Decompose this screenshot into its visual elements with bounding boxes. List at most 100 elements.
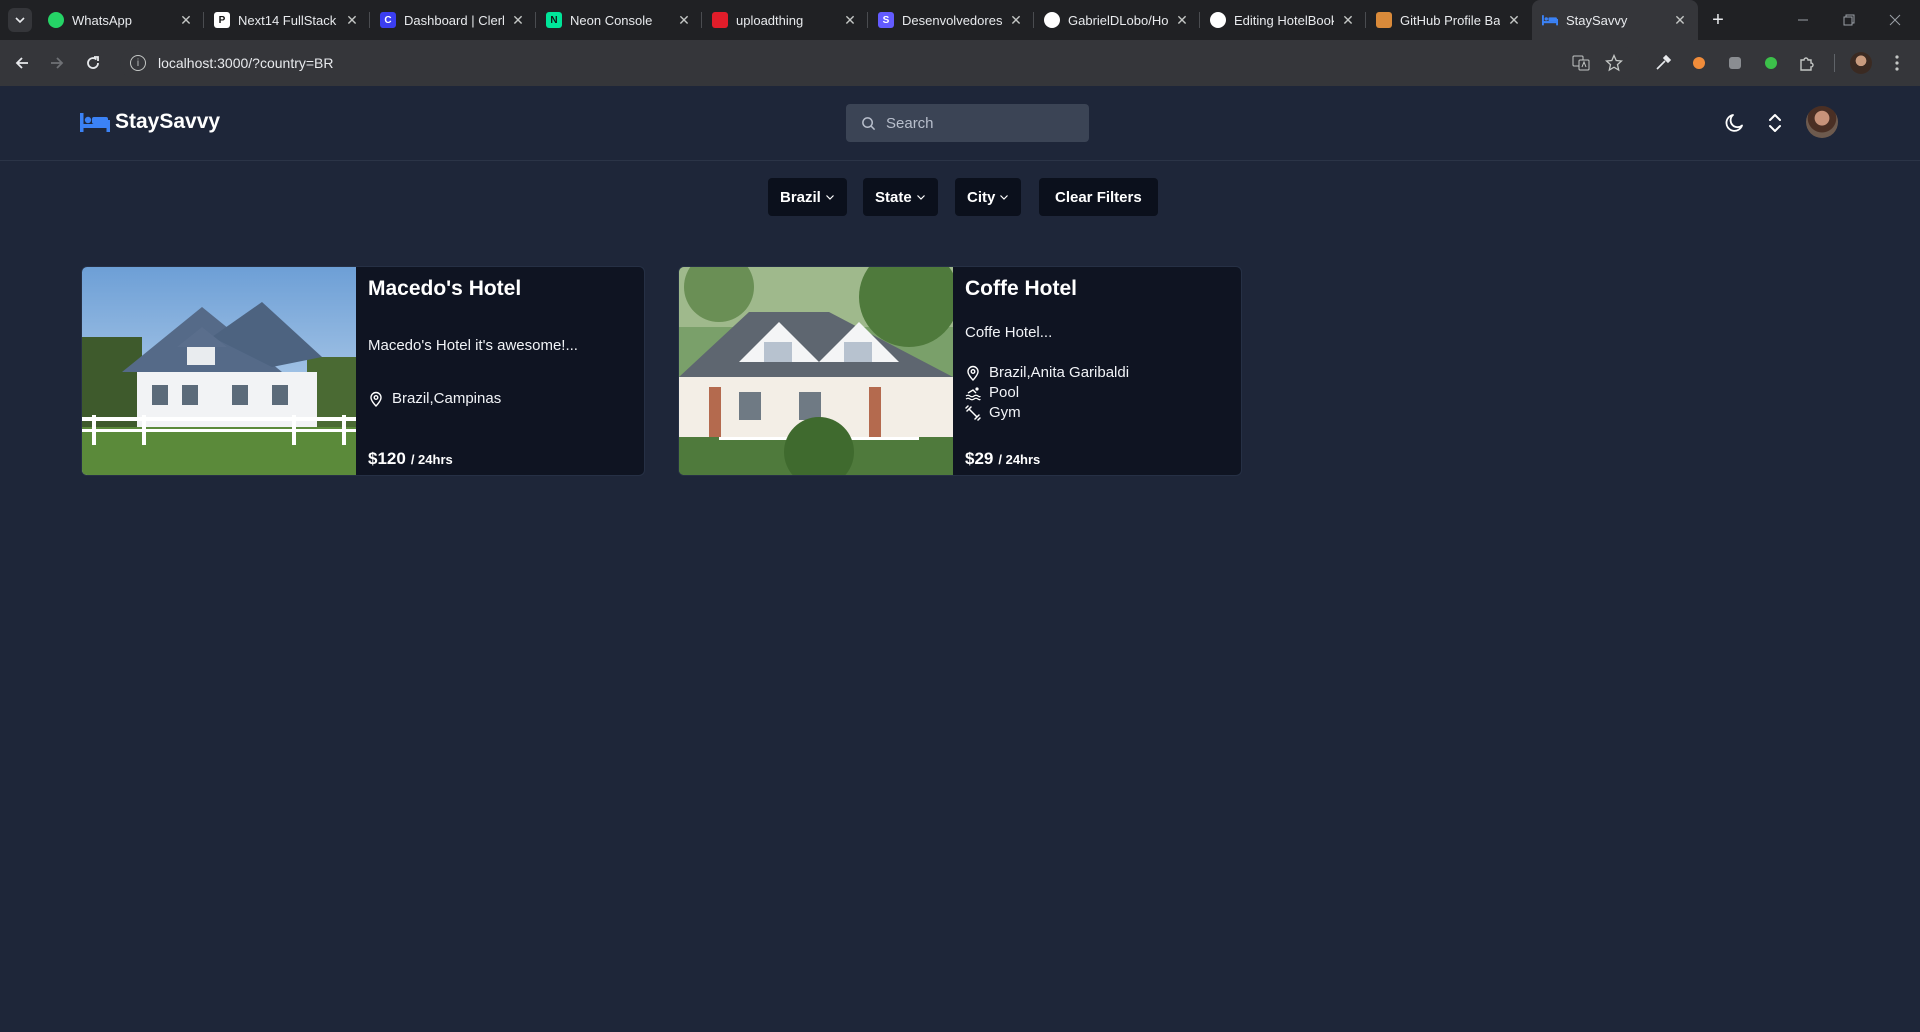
- grey-extension-icon[interactable]: [1724, 52, 1746, 74]
- hotel-card[interactable]: Coffe Hotel Coffe Hotel... Brazil,Anita …: [678, 266, 1242, 476]
- browser-tab[interactable]: StaySavvy ✕: [1532, 0, 1698, 40]
- city-filter-button[interactable]: City: [955, 178, 1022, 216]
- moon-icon: [1725, 114, 1743, 132]
- bed-icon: [80, 113, 110, 132]
- browser-tab[interactable]: S Desenvolvedores ✕: [868, 0, 1034, 40]
- amenity-label: Pool: [989, 384, 1020, 401]
- hotel-price-amount: $29: [965, 449, 994, 468]
- map-pin-icon: [967, 365, 979, 381]
- tab-close-icon[interactable]: ✕: [676, 12, 692, 28]
- country-filter-label: Brazil: [780, 188, 821, 206]
- browser-tab[interactable]: C Dashboard | Clerk ✕: [370, 0, 536, 40]
- tab-title: StaySavvy: [1566, 12, 1628, 28]
- profile-avatar-icon[interactable]: [1850, 52, 1872, 74]
- translate-icon[interactable]: [1570, 52, 1592, 74]
- browser-tab[interactable]: GabrielDLobo/Ho ✕: [1034, 0, 1200, 40]
- hotel-image: [82, 267, 356, 475]
- hotel-location: Brazil,Anita Garibaldi: [965, 364, 1129, 381]
- brand-name: StaySavvy: [115, 110, 221, 133]
- puzzle-extensions-icon[interactable]: [1796, 52, 1818, 74]
- hotel-price-amount: $120: [368, 449, 406, 468]
- browser-tab[interactable]: GitHub Profile Ba ✕: [1366, 0, 1532, 40]
- tab-title: Editing HotelBook: [1234, 12, 1334, 28]
- hotel-image: [679, 267, 953, 475]
- tab-title: WhatsApp: [72, 12, 132, 28]
- toolbar-separator: [1834, 54, 1835, 72]
- country-filter-button[interactable]: Brazil: [768, 178, 847, 216]
- expand-toggle-button[interactable]: [1760, 108, 1790, 138]
- app-header: StaySavvy: [0, 86, 1920, 161]
- github-profile-icon: [1376, 12, 1392, 28]
- hotel-price: $120 / 24hrs: [368, 449, 453, 469]
- hotel-title: Coffe Hotel: [965, 277, 1077, 300]
- chevrons-up-down-icon: [1769, 114, 1781, 132]
- url-text[interactable]: localhost:3000/?country=BR: [158, 55, 334, 71]
- tab-close-icon[interactable]: ✕: [1340, 12, 1356, 28]
- tab-title: GitHub Profile Ba: [1400, 12, 1500, 28]
- hotel-location-text: Brazil,Campinas: [392, 390, 502, 407]
- minimize-icon: [1798, 19, 1808, 21]
- browser-tab[interactable]: Editing HotelBook ✕: [1200, 0, 1366, 40]
- search-input[interactable]: [886, 114, 1076, 132]
- hotel-location: Brazil,Campinas: [368, 390, 501, 407]
- reload-button[interactable]: [79, 49, 107, 77]
- back-button[interactable]: [8, 49, 36, 77]
- hotel-title: Macedo's Hotel: [368, 277, 522, 300]
- close-window-button[interactable]: [1872, 0, 1918, 40]
- tab-close-icon[interactable]: ✕: [1506, 12, 1522, 28]
- tab-title: GabrielDLobo/Ho: [1068, 12, 1168, 28]
- new-tab-button[interactable]: +: [1704, 6, 1732, 34]
- hotel-card[interactable]: Macedo's Hotel Macedo's Hotel it's aweso…: [81, 266, 645, 476]
- tab-list: WhatsApp ✕ P Next14 FullStack H ✕ C Dashboard …: [38, 0, 1698, 40]
- browser-menu-icon[interactable]: [1886, 52, 1908, 74]
- state-filter-label: State: [875, 188, 912, 206]
- restore-button[interactable]: [1826, 0, 1872, 40]
- browser-tab-strip: WhatsApp ✕ P Next14 FullStack H ✕ C Dashboard …: [0, 0, 1920, 40]
- hotel-location-text: Brazil,Anita Garibaldi: [989, 364, 1130, 381]
- tab-title: Desenvolvedores: [902, 12, 1002, 28]
- hotel-card-body: Macedo's Hotel Macedo's Hotel it's aweso…: [368, 267, 638, 475]
- clear-filters-label: Clear Filters: [1055, 188, 1142, 206]
- chevron-down-icon: [825, 195, 834, 200]
- restore-icon: [1843, 14, 1855, 26]
- tab-search-button[interactable]: [8, 8, 32, 32]
- neon-icon: N: [546, 12, 562, 28]
- clear-filters-button[interactable]: Clear Filters: [1039, 178, 1158, 216]
- browser-tab[interactable]: N Neon Console ✕: [536, 0, 702, 40]
- minimize-button[interactable]: [1780, 0, 1826, 40]
- address-bar[interactable]: i localhost:3000/?country=BR: [120, 47, 1640, 79]
- eyedropper-extension-icon[interactable]: [1652, 52, 1674, 74]
- browser-tab[interactable]: P Next14 FullStack H ✕: [204, 0, 370, 40]
- tab-close-icon[interactable]: ✕: [1174, 12, 1190, 28]
- dumbbell-icon: [965, 404, 981, 421]
- tab-close-icon[interactable]: ✕: [1008, 12, 1024, 28]
- tab-close-icon[interactable]: ✕: [1672, 12, 1688, 28]
- amenity-pool: Pool: [965, 384, 1019, 401]
- user-avatar[interactable]: [1806, 106, 1838, 138]
- tab-title: Next14 FullStack H: [238, 12, 338, 28]
- green-extension-icon[interactable]: [1760, 52, 1782, 74]
- brand-link[interactable]: StaySavvy: [80, 110, 220, 134]
- state-filter-button[interactable]: State: [863, 178, 938, 216]
- tab-title: Neon Console: [570, 12, 653, 28]
- app-root: StaySavvy Brazil State City Clear Filter…: [0, 86, 1920, 1032]
- tab-close-icon[interactable]: ✕: [178, 12, 194, 28]
- amenity-label: Gym: [989, 404, 1021, 421]
- tab-close-icon[interactable]: ✕: [842, 12, 858, 28]
- tab-title: Dashboard | Clerk: [404, 12, 504, 28]
- site-info-icon[interactable]: i: [130, 55, 146, 71]
- search-box[interactable]: [846, 104, 1089, 142]
- browser-tab[interactable]: WhatsApp ✕: [38, 0, 204, 40]
- map-pin-icon: [370, 391, 382, 407]
- theme-toggle-button[interactable]: [1720, 108, 1750, 138]
- browser-tab[interactable]: uploadthing ✕: [702, 0, 868, 40]
- arrow-left-icon: [15, 57, 28, 69]
- tab-close-icon[interactable]: ✕: [344, 12, 360, 28]
- hotel-card-body: Coffe Hotel Coffe Hotel... Brazil,Anita …: [965, 267, 1235, 475]
- orange-extension-icon[interactable]: [1688, 52, 1710, 74]
- bookmark-star-icon[interactable]: [1603, 52, 1625, 74]
- forward-button[interactable]: [43, 49, 71, 77]
- reload-icon: [87, 56, 99, 69]
- tab-close-icon[interactable]: ✕: [510, 12, 526, 28]
- chevron-down-icon: [916, 195, 925, 200]
